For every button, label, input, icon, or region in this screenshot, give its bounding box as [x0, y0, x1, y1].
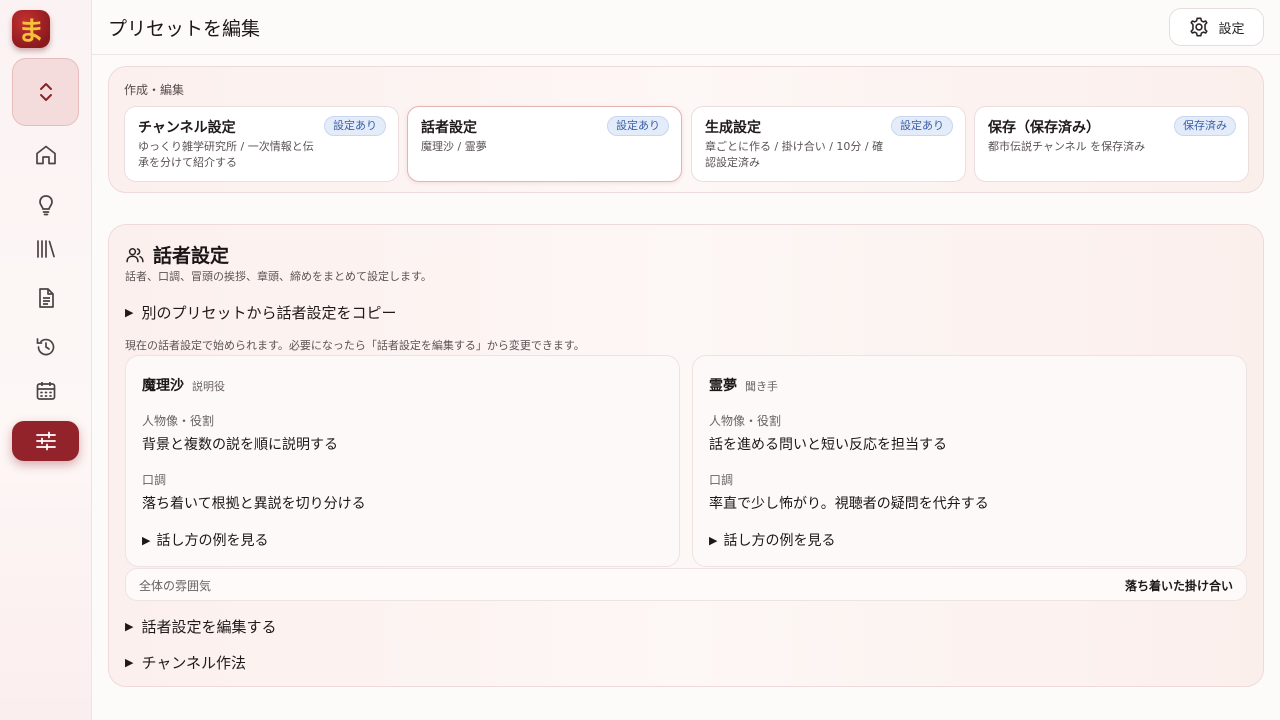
section-title: 話者設定 [153, 245, 230, 267]
speaker-role: 説明役 [192, 380, 225, 393]
sidebar: ま [0, 0, 92, 720]
step-speaker-settings[interactable]: 話者設定 設定あり 魔理沙 / 霊夢 [407, 106, 682, 182]
edit-speaker-settings-label: 話者設定を編集する [141, 618, 277, 636]
header: プリセットを編集 設定 [92, 0, 1280, 55]
speech-example-toggle[interactable]: ▶ 話し方の例を見る [709, 530, 835, 550]
library-icon [37, 240, 55, 258]
sidebar-item-history[interactable] [33, 334, 59, 360]
calendar-icon [36, 382, 56, 400]
chevron-up-down-icon [39, 83, 52, 101]
overall-mood-row: 全体の雰囲気 落ち着いた掛け合い [125, 568, 1247, 601]
steps-label: 作成・編集 [124, 83, 185, 97]
lightbulb-icon [39, 195, 53, 216]
info-note: 現在の話者設定で始められます。必要になったら「話者設定を編集する」から変更できま… [125, 339, 585, 352]
app-logo[interactable]: ま [12, 10, 50, 48]
sidebar-item-calendar[interactable] [33, 378, 59, 404]
section-heading: 話者設定 [125, 241, 229, 268]
channel-manners-toggle[interactable]: ▶ チャンネル作法 [125, 652, 246, 673]
mood-value: 落ち着いた掛け合い [1124, 579, 1233, 593]
status-badge: 設定あり [324, 116, 386, 136]
step-description: 魔理沙 / 霊夢 [421, 140, 487, 153]
step-title: 生成設定 [705, 120, 761, 136]
speech-example-label: 話し方の例を見る [156, 533, 269, 549]
history-icon [36, 338, 55, 356]
speaker-settings-panel: 話者設定 話者、口調、冒頭の挨拶、章頭、締めをまとめて設定します。 ▶ 別のプリ… [108, 224, 1264, 687]
triangle-right-icon: ▶ [142, 533, 151, 547]
speaker-name-row: 霊夢 聞き手 [709, 375, 778, 395]
steps-panel: 作成・編集 チャンネル設定 設定あり ゆっくり雑学研究所 / 一次情報と伝承を分… [108, 66, 1264, 193]
copy-from-preset-label: 別のプリセットから話者設定をコピー [141, 304, 397, 322]
speaker-role: 聞き手 [745, 380, 778, 393]
sidebar-item-presets[interactable] [12, 421, 79, 461]
tone-label: 口調 [142, 473, 167, 487]
persona-label: 人物像・役割 [709, 414, 782, 428]
speaker-name-row: 魔理沙 説明役 [142, 375, 225, 395]
speech-example-label: 話し方の例を見る [723, 533, 836, 549]
edit-speaker-settings-toggle[interactable]: ▶ 話者設定を編集する [125, 616, 276, 637]
persona-label: 人物像・役割 [142, 414, 215, 428]
page-title: プリセットを編集 [108, 18, 261, 40]
triangle-right-icon: ▶ [125, 306, 134, 319]
settings-button-label: 設定 [1218, 21, 1245, 37]
speech-example-toggle[interactable]: ▶ 話し方の例を見る [142, 530, 268, 550]
sidebar-item-library[interactable] [33, 236, 59, 262]
status-badge: 設定あり [891, 116, 953, 136]
sidebar-item-ideas[interactable] [33, 192, 59, 218]
step-title: チャンネル設定 [138, 120, 236, 136]
status-badge: 設定あり [607, 116, 669, 136]
status-badge: 保存済み [1174, 116, 1236, 136]
step-description: ゆっくり雑学研究所 / 一次情報と伝承を分けて紹介する [138, 140, 314, 169]
gear-icon [1190, 17, 1209, 37]
persona-value: 背景と複数の説を順に説明する [142, 437, 338, 453]
triangle-right-icon: ▶ [709, 533, 718, 547]
tone-label: 口調 [709, 473, 734, 487]
step-save[interactable]: 保存（保存済み） 保存済み 都市伝説チャンネル を保存済み [974, 106, 1249, 182]
step-generation-settings[interactable]: 生成設定 設定あり 章ごとに作る / 掛け合い / 10分 / 確認設定済み [691, 106, 966, 182]
preset-switcher-button[interactable] [12, 58, 79, 126]
tone-value: 率直で少し怖がり。視聴者の疑問を代弁する [709, 496, 989, 512]
step-title: 話者設定 [421, 120, 477, 136]
speaker-card-marisa: 魔理沙 説明役 人物像・役割 背景と複数の説を順に説明する 口調 落ち着いて根拠… [125, 355, 680, 567]
sidebar-item-documents[interactable] [33, 285, 59, 311]
home-icon [36, 145, 56, 165]
sliders-icon [35, 431, 56, 451]
speaker-card-reimu: 霊夢 聞き手 人物像・役割 話を進める問いと短い反応を担当する 口調 率直で少し… [692, 355, 1247, 567]
tone-value: 落ち着いて根拠と異説を切り分ける [142, 496, 366, 512]
document-icon [39, 288, 54, 308]
users-icon [126, 247, 144, 262]
step-title: 保存（保存済み） [988, 120, 1100, 136]
speaker-name: 魔理沙 [142, 378, 184, 394]
settings-button[interactable]: 設定 [1169, 8, 1264, 46]
triangle-right-icon: ▶ [125, 656, 134, 669]
channel-manners-label: チャンネル作法 [141, 654, 247, 672]
section-subtitle: 話者、口調、冒頭の挨拶、章頭、締めをまとめて設定します。 [125, 270, 432, 283]
persona-value: 話を進める問いと短い反応を担当する [709, 437, 947, 453]
step-channel-settings[interactable]: チャンネル設定 設定あり ゆっくり雑学研究所 / 一次情報と伝承を分けて紹介する [124, 106, 399, 182]
step-description: 都市伝説チャンネル を保存済み [988, 140, 1146, 153]
sidebar-item-home[interactable] [33, 142, 59, 168]
step-description: 章ごとに作る / 掛け合い / 10分 / 確認設定済み [705, 140, 884, 169]
triangle-right-icon: ▶ [125, 620, 134, 633]
speaker-name: 霊夢 [709, 378, 737, 394]
mood-label: 全体の雰囲気 [139, 579, 212, 593]
copy-from-preset-toggle[interactable]: ▶ 別のプリセットから話者設定をコピー [125, 302, 396, 323]
